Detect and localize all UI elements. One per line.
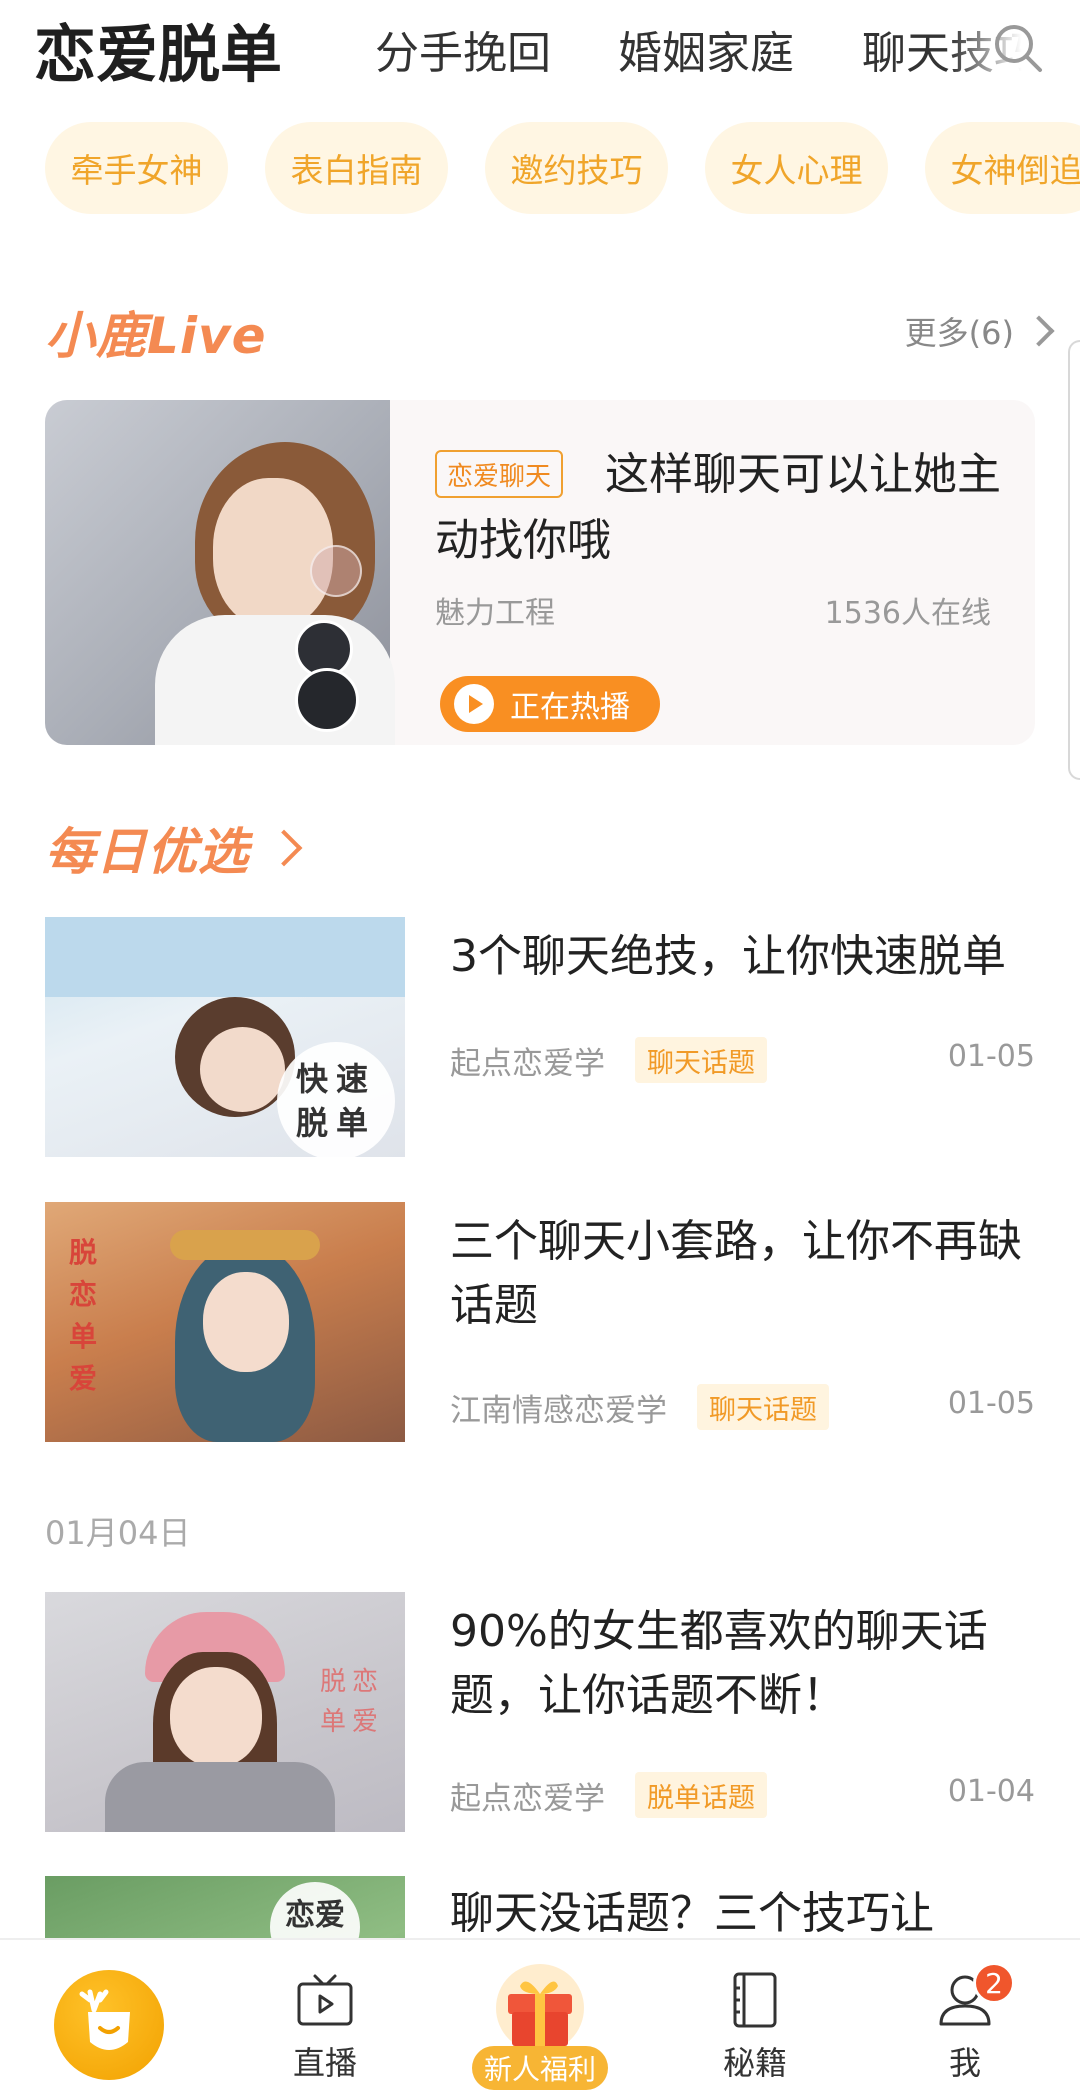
article-title: 三个聊天小套路，让你不再缺话题 [450, 1216, 1022, 1331]
new-user-gift-label[interactable]: 新人福利 [472, 2046, 608, 2090]
live-tag: 恋爱聊天 [435, 450, 564, 498]
now-playing-button[interactable]: 正在热播 [440, 676, 660, 732]
live-cover-image [45, 400, 395, 745]
daily-section-title: 每日优选 [45, 823, 249, 881]
article-category-badge: 聊天话题 [635, 1037, 767, 1083]
live-card[interactable]: 这样聊天可以让她主动找你哦 恋爱聊天 魅力工程 1536人在线 正在热播 [45, 400, 1035, 745]
chip-pursuit[interactable]: 女神倒追 [925, 122, 1080, 214]
thumb-label: 快速脱单 [277, 1042, 395, 1157]
chip-invite[interactable]: 邀约技巧 [485, 122, 668, 214]
nav-books-label: 秘籍 [722, 2044, 787, 2082]
article-thumbnail: 恋爱 [45, 1876, 405, 1938]
nav-me[interactable]: 我 [910, 1940, 1020, 2092]
article-meta: 江南情感恋爱学 聊天话题 [450, 1384, 829, 1430]
cover-body-shape [155, 615, 395, 745]
thumb-label: 脱恋单爱 [69, 1236, 106, 1395]
thumb-sweater [105, 1762, 335, 1832]
daily-section-header[interactable]: 每日优选 [45, 812, 303, 884]
article-thumbnail: 脱恋单爱 [45, 1202, 405, 1442]
thumb-label: 脱恋单爱 [320, 1667, 385, 1737]
chip-confession[interactable]: 表白指南 [265, 122, 448, 214]
book-icon [733, 1972, 777, 2028]
article-author: 起点恋爱学 [450, 1045, 605, 1082]
more-link[interactable]: 更多(6) [904, 308, 1055, 354]
app-page: 恋爱脱单 分手挽回 婚姻家庭 聊天技巧 牵手女神 表白指南 邀约技巧 女人心理 … [0, 0, 1080, 2092]
article-category-badge: 脱单话题 [635, 1772, 767, 1818]
gift-icon[interactable] [492, 1960, 588, 2050]
article-item[interactable]: 脱恋单爱 三个聊天小套路，让你不再缺话题 江南情感恋爱学 聊天话题 01-05 [45, 1202, 1035, 1442]
live-online-count: 1536人在线 [824, 596, 991, 631]
article-item[interactable]: 脱恋单爱 90%的女生都喜欢的聊天话题，让你话题不断！ 起点恋爱学 脱单话题 0… [45, 1592, 1035, 1832]
now-playing-label: 正在热播 [510, 690, 630, 725]
thumb-face [170, 1667, 262, 1767]
tab-marriage-family[interactable]: 婚姻家庭 [618, 0, 794, 98]
chip-female-psychology[interactable]: 女人心理 [705, 122, 888, 214]
live-section-title: 小鹿Live [45, 307, 267, 365]
article-author: 起点恋爱学 [450, 1780, 605, 1817]
article-author: 江南情感恋爱学 [450, 1392, 667, 1429]
article-meta: 起点恋爱学 脱单话题 [450, 1772, 767, 1818]
more-label: 更多(6) [904, 314, 1014, 352]
notification-count-badge: 2 [973, 1962, 1015, 2004]
article-title: 3个聊天绝技，让你快速脱单 [450, 931, 1006, 982]
article-thumbnail: 脱恋单爱 [45, 1592, 405, 1832]
article-category-badge: 聊天话题 [697, 1384, 829, 1430]
nav-live-label: 直播 [292, 2044, 357, 2082]
chip-hold-hands[interactable]: 牵手女神 [45, 122, 228, 214]
tab-active[interactable]: 恋爱脱单 [34, 0, 282, 98]
nav-live[interactable]: 直播 [270, 1940, 380, 2092]
category-chips: 牵手女神 表白指南 邀约技巧 女人心理 女神倒追 [0, 122, 1080, 214]
viewer-avatar [295, 668, 359, 732]
search-icon[interactable] [990, 20, 1046, 76]
article-thumbnail: 快速脱单 [45, 917, 405, 1157]
tab-breakup-recovery[interactable]: 分手挽回 [375, 0, 551, 98]
thumb-face [200, 1027, 285, 1112]
home-button[interactable] [54, 1970, 164, 2080]
article-title: 聊天没话题？三个技巧让 [450, 1888, 934, 1938]
article-item[interactable]: 恋爱 聊天没话题？三个技巧让 [45, 1876, 1035, 1938]
chevron-right-icon [265, 829, 303, 867]
thumb-face [203, 1272, 289, 1372]
thumb-label: 恋爱 [270, 1882, 360, 1938]
article-title: 90%的女生都喜欢的聊天话题，让你话题不断！ [450, 1606, 988, 1721]
play-icon [454, 684, 494, 724]
cover-face-shape [213, 478, 333, 628]
article-item[interactable]: 快速脱单 3个聊天绝技，让你快速脱单 起点恋爱学 聊天话题 01-05 [45, 917, 1035, 1157]
live-author: 魅力工程 [435, 596, 555, 631]
chevron-right-icon [1023, 315, 1055, 347]
thumb-flower-crown [170, 1230, 320, 1260]
article-meta: 起点恋爱学 聊天话题 [450, 1037, 767, 1083]
article-date: 01-05 [947, 1386, 1035, 1421]
nav-books[interactable]: 秘籍 [700, 1940, 810, 2092]
nav-me-label: 我 [948, 2044, 981, 2082]
viewer-avatar [310, 545, 362, 597]
bottom-nav: 直播 新人福利 秘籍 我 2 [0, 1938, 1080, 2092]
tv-icon [297, 1974, 353, 2026]
side-drawer-handle[interactable] [1068, 340, 1080, 780]
top-tab-bar: 恋爱脱单 分手挽回 婚姻家庭 聊天技巧 [0, 0, 1080, 98]
article-date: 01-04 [947, 1774, 1035, 1809]
deer-icon [79, 1989, 130, 2050]
date-separator: 01月04日 [45, 1514, 191, 1552]
article-date: 01-05 [947, 1039, 1035, 1074]
thumb-window [45, 917, 405, 997]
